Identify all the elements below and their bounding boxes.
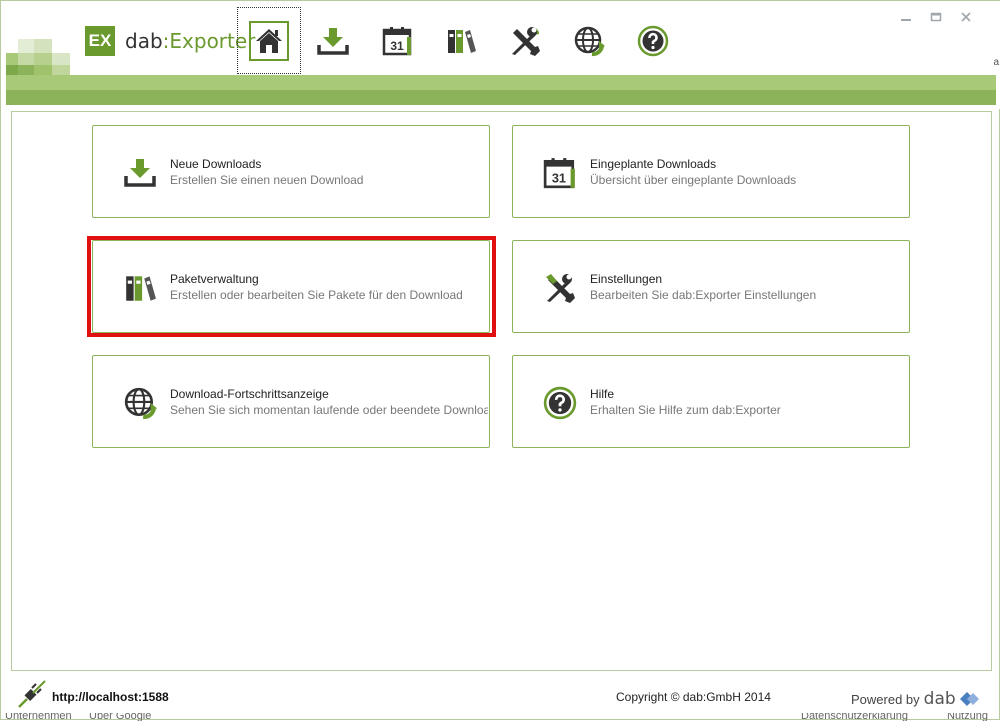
tools-icon	[512, 26, 540, 56]
close-button[interactable]	[959, 11, 973, 23]
app-window: EX dab:Exporter 31 a Neue Downloads Erst…	[0, 0, 1000, 721]
card-title: Hilfe	[590, 387, 615, 401]
app-header: EX dab:Exporter 31 a	[1, 1, 1000, 109]
minimize-button[interactable]	[899, 11, 913, 23]
card-download-progress[interactable]: Download-Fortschrittsanzeige Sehen Sie s…	[92, 355, 490, 448]
home-icon	[256, 28, 282, 53]
toolbar-download-button[interactable]	[301, 7, 365, 74]
globe-refresh-icon	[124, 387, 157, 419]
card-description: Bearbeiten Sie dab:Exporter Einstellunge…	[590, 288, 817, 302]
svg-text:31: 31	[390, 39, 404, 53]
main-toolbar: 31	[237, 7, 685, 74]
active-indicator	[249, 20, 289, 61]
powered-by-brand: dab	[923, 689, 956, 709]
card-description: Erhalten Sie Hilfe zum dab:Exporter	[590, 403, 781, 417]
download-icon	[124, 159, 156, 187]
toolbar-help-button[interactable]	[621, 7, 685, 74]
server-url: http://localhost:1588	[52, 690, 169, 704]
toolbar-calendar-button[interactable]: 31	[365, 7, 429, 74]
status-footer: http://localhost:1588 Copyright © dab:Gm…	[1, 673, 1000, 713]
card-new-downloads[interactable]: Neue Downloads Erstellen Sie einen neuen…	[92, 125, 490, 218]
card-settings[interactable]: Einstellungen Bearbeiten Sie dab:Exporte…	[512, 240, 910, 333]
selection-highlight	[87, 236, 496, 337]
app-logo: EX dab:Exporter	[85, 26, 255, 56]
focus-frame	[237, 7, 301, 74]
logo-text-prefix: dab	[125, 29, 163, 53]
window-controls	[899, 11, 973, 23]
toolbar-settings-button[interactable]	[493, 7, 557, 74]
card-title: Einstellungen	[590, 272, 663, 286]
header-band	[6, 75, 996, 105]
card-help[interactable]: Hilfe Erhalten Sie Hilfe zum dab:Exporte…	[512, 355, 910, 448]
minimize-icon	[901, 19, 911, 21]
card-description: Übersicht über eingeplante Downloads	[590, 173, 797, 187]
card-description: Sehen Sie sich momentan laufende oder be…	[170, 403, 488, 417]
tools-icon	[546, 274, 575, 303]
dab-logo-icon	[959, 692, 979, 706]
card-title: Download-Fortschrittsanzeige	[170, 387, 329, 401]
connection-plug-icon	[18, 680, 46, 708]
powered-by-label: Powered by	[851, 691, 920, 707]
logo-text: dab:Exporter	[125, 29, 255, 53]
download-icon	[317, 27, 349, 55]
toolbar-home-button[interactable]	[237, 7, 301, 74]
binders-icon	[448, 29, 476, 53]
toolbar-progress-button[interactable]	[557, 7, 621, 74]
restore-icon	[930, 12, 942, 22]
help-icon	[637, 25, 669, 56]
toolbar-packages-button[interactable]	[429, 7, 493, 74]
logo-badge: EX	[85, 26, 115, 56]
card-title: Neue Downloads	[170, 157, 262, 171]
copyright-text: Copyright © dab:GmbH 2014	[616, 690, 771, 704]
close-icon	[961, 12, 971, 22]
calendar-icon: 31	[543, 158, 575, 189]
calendar-icon: 31	[382, 26, 412, 55]
calendar-day-number: 31	[552, 171, 566, 186]
card-scheduled-downloads[interactable]: 31 Eingeplante Downloads Übersicht über …	[512, 125, 910, 218]
side-text: a	[993, 57, 999, 68]
maximize-button[interactable]	[929, 11, 943, 23]
help-icon	[543, 386, 577, 420]
powered-by: Powered by dab	[851, 689, 980, 709]
card-description: Erstellen Sie einen neuen Download	[170, 173, 364, 187]
card-title: Eingeplante Downloads	[590, 157, 717, 171]
globe-refresh-icon	[574, 26, 605, 56]
